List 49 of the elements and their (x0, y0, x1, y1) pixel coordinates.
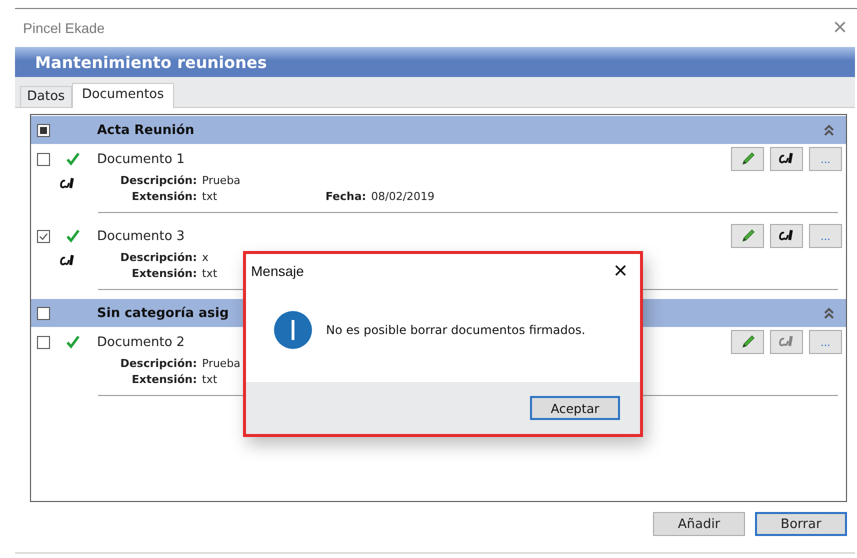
header-title: Mantenimiento reuniones (35, 52, 267, 72)
pencil-icon (740, 228, 756, 244)
checkbox[interactable] (37, 306, 50, 320)
field-label: Descripción: (119, 357, 197, 370)
accept-button[interactable]: Aceptar (530, 396, 620, 420)
field-label: Extensión: (130, 373, 197, 386)
document-name: Documento 2 (97, 334, 186, 350)
more-button[interactable]: ... (809, 147, 842, 171)
window-title: Pincel Ekade (23, 20, 105, 36)
edit-button[interactable] (731, 147, 764, 171)
pencil-icon (740, 334, 756, 350)
field-value: txt (202, 373, 218, 386)
field-label: Descripción: (119, 251, 197, 264)
field-value: Prueba (202, 357, 240, 370)
group-title: Acta Reunión (97, 122, 196, 138)
document-name: Documento 3 (97, 228, 186, 244)
field-label: Fecha: (325, 190, 366, 203)
info-icon (274, 311, 312, 349)
signature-button[interactable] (770, 224, 803, 248)
signature-button[interactable] (770, 147, 803, 171)
checkbox[interactable] (37, 152, 50, 166)
footer-button[interactable]: Borrar (755, 512, 847, 536)
edit-button[interactable] (731, 330, 764, 354)
field-value: 08/02/2019 (371, 190, 435, 203)
footer-button[interactable]: Añadir (653, 512, 745, 536)
close-button[interactable]: ✕ (601, 260, 640, 282)
document-name: Documento 1 (97, 152, 186, 166)
field-value: txt (202, 190, 218, 203)
checkbox[interactable] (37, 336, 50, 348)
field-label: Extensión: (130, 267, 197, 280)
field-label: Descripción: (119, 174, 197, 187)
checkbox[interactable] (37, 124, 50, 136)
dialog-message: No es posible borrar documentos firmados. (326, 323, 586, 337)
pencil-icon (740, 151, 756, 167)
edit-button[interactable] (731, 224, 764, 248)
field-value: txt (202, 267, 218, 280)
collapse-icon[interactable] (824, 124, 834, 136)
close-button[interactable]: × (824, 16, 855, 40)
tab[interactable]: Documentos (72, 83, 174, 108)
group-title: Sin categoría asig (97, 306, 230, 320)
more-button[interactable]: ... (809, 224, 842, 248)
checkbox[interactable] (37, 230, 50, 242)
collapse-icon[interactable] (824, 307, 834, 319)
field-value: x (202, 251, 210, 264)
field-value: Prueba (202, 174, 240, 187)
tab[interactable]: Datos (20, 86, 72, 107)
dialog-title: Mensaje (251, 263, 304, 279)
more-button[interactable]: ... (809, 330, 842, 354)
field-label: Extensión: (130, 190, 197, 203)
